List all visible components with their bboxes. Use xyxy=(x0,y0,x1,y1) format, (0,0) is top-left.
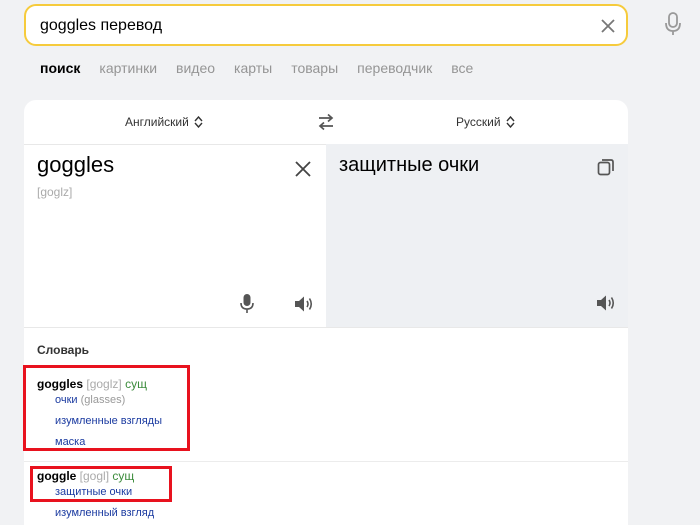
language-selector-row: Английский Русский xyxy=(24,100,628,144)
target-language-label: Русский xyxy=(456,115,501,129)
source-language-label: Английский xyxy=(125,115,189,129)
source-transcription: [goglz] xyxy=(37,185,73,199)
clear-source-icon[interactable] xyxy=(294,160,312,178)
annotation-highlight-box xyxy=(23,365,190,451)
target-language-select[interactable]: Русский xyxy=(456,115,515,129)
tab-search[interactable]: поиск xyxy=(40,60,80,80)
voice-search-mic-icon[interactable] xyxy=(664,12,682,36)
dictionary-title: Словарь xyxy=(37,343,90,357)
search-bar xyxy=(24,4,628,46)
tab-images[interactable]: картинки xyxy=(99,60,157,80)
translator-card: Английский Русский goggles [goglz] защит… xyxy=(24,100,628,525)
swap-languages-icon[interactable] xyxy=(317,113,335,131)
updown-arrows-icon xyxy=(194,116,203,128)
tab-products[interactable]: товары xyxy=(291,60,338,80)
tab-maps[interactable]: карты xyxy=(234,60,272,80)
source-word: goggles xyxy=(37,152,115,177)
tab-translator[interactable]: переводчик xyxy=(357,60,432,80)
clear-search-icon[interactable] xyxy=(598,16,618,36)
tab-video[interactable]: видео xyxy=(176,60,215,80)
dictionary-sense[interactable]: изумленный взгляд xyxy=(55,507,154,519)
search-nav-tabs: поиск картинки видео карты товары перево… xyxy=(40,60,492,80)
updown-arrows-icon xyxy=(506,116,515,128)
microphone-icon[interactable] xyxy=(240,294,254,314)
tab-all[interactable]: все xyxy=(451,60,473,80)
sense-text: изумленный взгляд xyxy=(55,507,155,519)
entry-separator xyxy=(24,461,628,462)
search-input[interactable] xyxy=(40,16,580,36)
annotation-highlight-box xyxy=(30,466,172,502)
translation-text: защитные очки xyxy=(339,154,480,176)
source-language-select[interactable]: Английский xyxy=(125,115,203,129)
translation-pane: защитные очки xyxy=(326,144,628,327)
speaker-icon[interactable] xyxy=(294,295,314,313)
source-text-pane[interactable]: goggles [goglz] xyxy=(24,144,326,327)
copy-icon[interactable] xyxy=(597,158,615,176)
speaker-icon[interactable] xyxy=(596,294,616,312)
